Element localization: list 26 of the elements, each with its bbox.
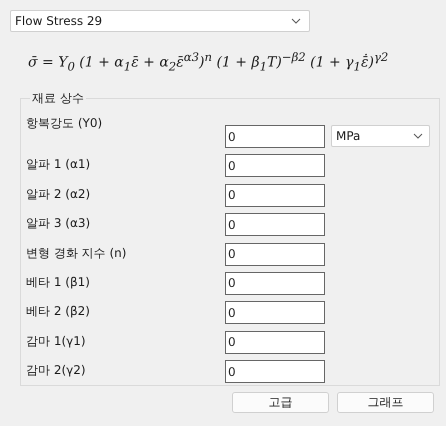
input-field[interactable]: 0 [225,272,325,295]
parameter-label: 베타 2 (β2) [26,303,91,320]
chevron-down-icon [291,18,301,24]
group-title: 재료 상수 [31,90,85,107]
input-field[interactable]: 0 [225,330,325,354]
flow-stress-formula: σ̄ = Y$_{0}$ (1 + α$_{1}$ε̄ + α$_{2}$ε̄$^{α3}$)$^{n}$ (1 + β$_{1}$T)$^{−β2}$ (1 + γ$_{1}$ε̄̇)$^{γ2}$ [28,50,390,76]
input-field[interactable]: 0 [225,242,325,266]
model-dropdown[interactable]: Flow Stress 29 [10,10,310,32]
parameter-label: 알파 1 (α1) [26,156,92,174]
input-field[interactable]: 0 [225,301,325,324]
input-field[interactable]: 0 [225,125,325,148]
unit-dropdown[interactable]: MPa [331,125,430,147]
parameter-label: 알파 2 (α2) [26,186,92,203]
input-field[interactable]: 0 [225,360,325,384]
parameter-label: 항복강도 (Y0) [26,115,104,132]
input-field[interactable]: 0 [225,154,325,178]
input-field[interactable]: 0 [225,213,325,236]
chevron-down-icon [413,133,423,139]
parameter-label: 감마 2(γ2) [26,362,87,380]
parameter-label: 변형 경화 지수 (n) [26,244,128,262]
dialog-button[interactable]: 고급 [232,392,329,413]
parameter-label: 알파 3 (α3) [26,215,92,232]
dialog-button[interactable]: 그래프 [337,392,434,413]
parameter-label: 베타 1 (β1) [26,274,91,291]
parameter-label: 감마 1(γ1) [26,332,87,350]
input-field[interactable]: 0 [225,184,325,207]
